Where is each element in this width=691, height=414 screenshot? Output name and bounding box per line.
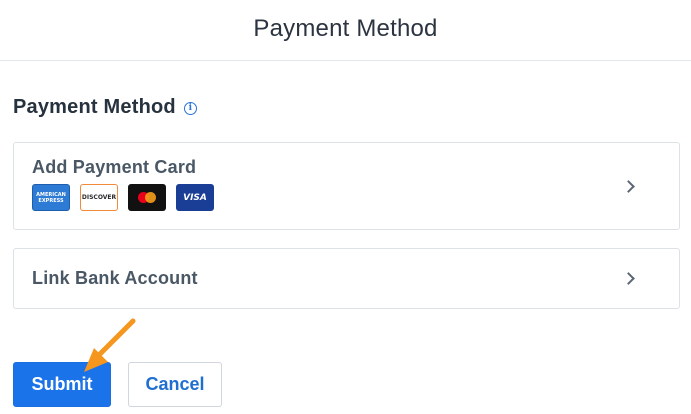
amex-logo: AMERICAN EXPRESS: [32, 184, 70, 211]
discover-logo-text: DISCOVER: [81, 194, 117, 201]
add-payment-card-label: Add Payment Card: [32, 157, 197, 177]
page-title: Payment Method: [253, 15, 438, 42]
amex-logo-text-2: EXPRESS: [38, 197, 64, 204]
submit-button[interactable]: Submit: [13, 362, 111, 407]
chevron-right-icon: [622, 180, 635, 193]
info-icon[interactable]: i: [183, 102, 197, 115]
mastercard-yellow-circle: [145, 192, 156, 203]
card-logos: AMERICAN EXPRESS DISCOVER VISA: [32, 184, 214, 211]
discover-logo: DISCOVER: [80, 184, 118, 211]
section-title: Payment Method: [13, 96, 176, 118]
cancel-button[interactable]: Cancel: [128, 362, 222, 407]
visa-logo-text: VISA: [183, 192, 207, 203]
section-header: Payment Method i: [13, 96, 197, 119]
visa-logo: VISA: [176, 184, 214, 211]
page-header: Payment Method: [0, 0, 691, 61]
chevron-right-icon: [622, 272, 635, 285]
link-bank-account-label: Link Bank Account: [32, 268, 198, 288]
mastercard-logo: [128, 184, 166, 211]
link-bank-account-option[interactable]: Link Bank Account: [13, 248, 680, 309]
add-payment-card-option[interactable]: Add Payment Card AMERICAN EXPRESS DISCOV…: [13, 142, 680, 230]
